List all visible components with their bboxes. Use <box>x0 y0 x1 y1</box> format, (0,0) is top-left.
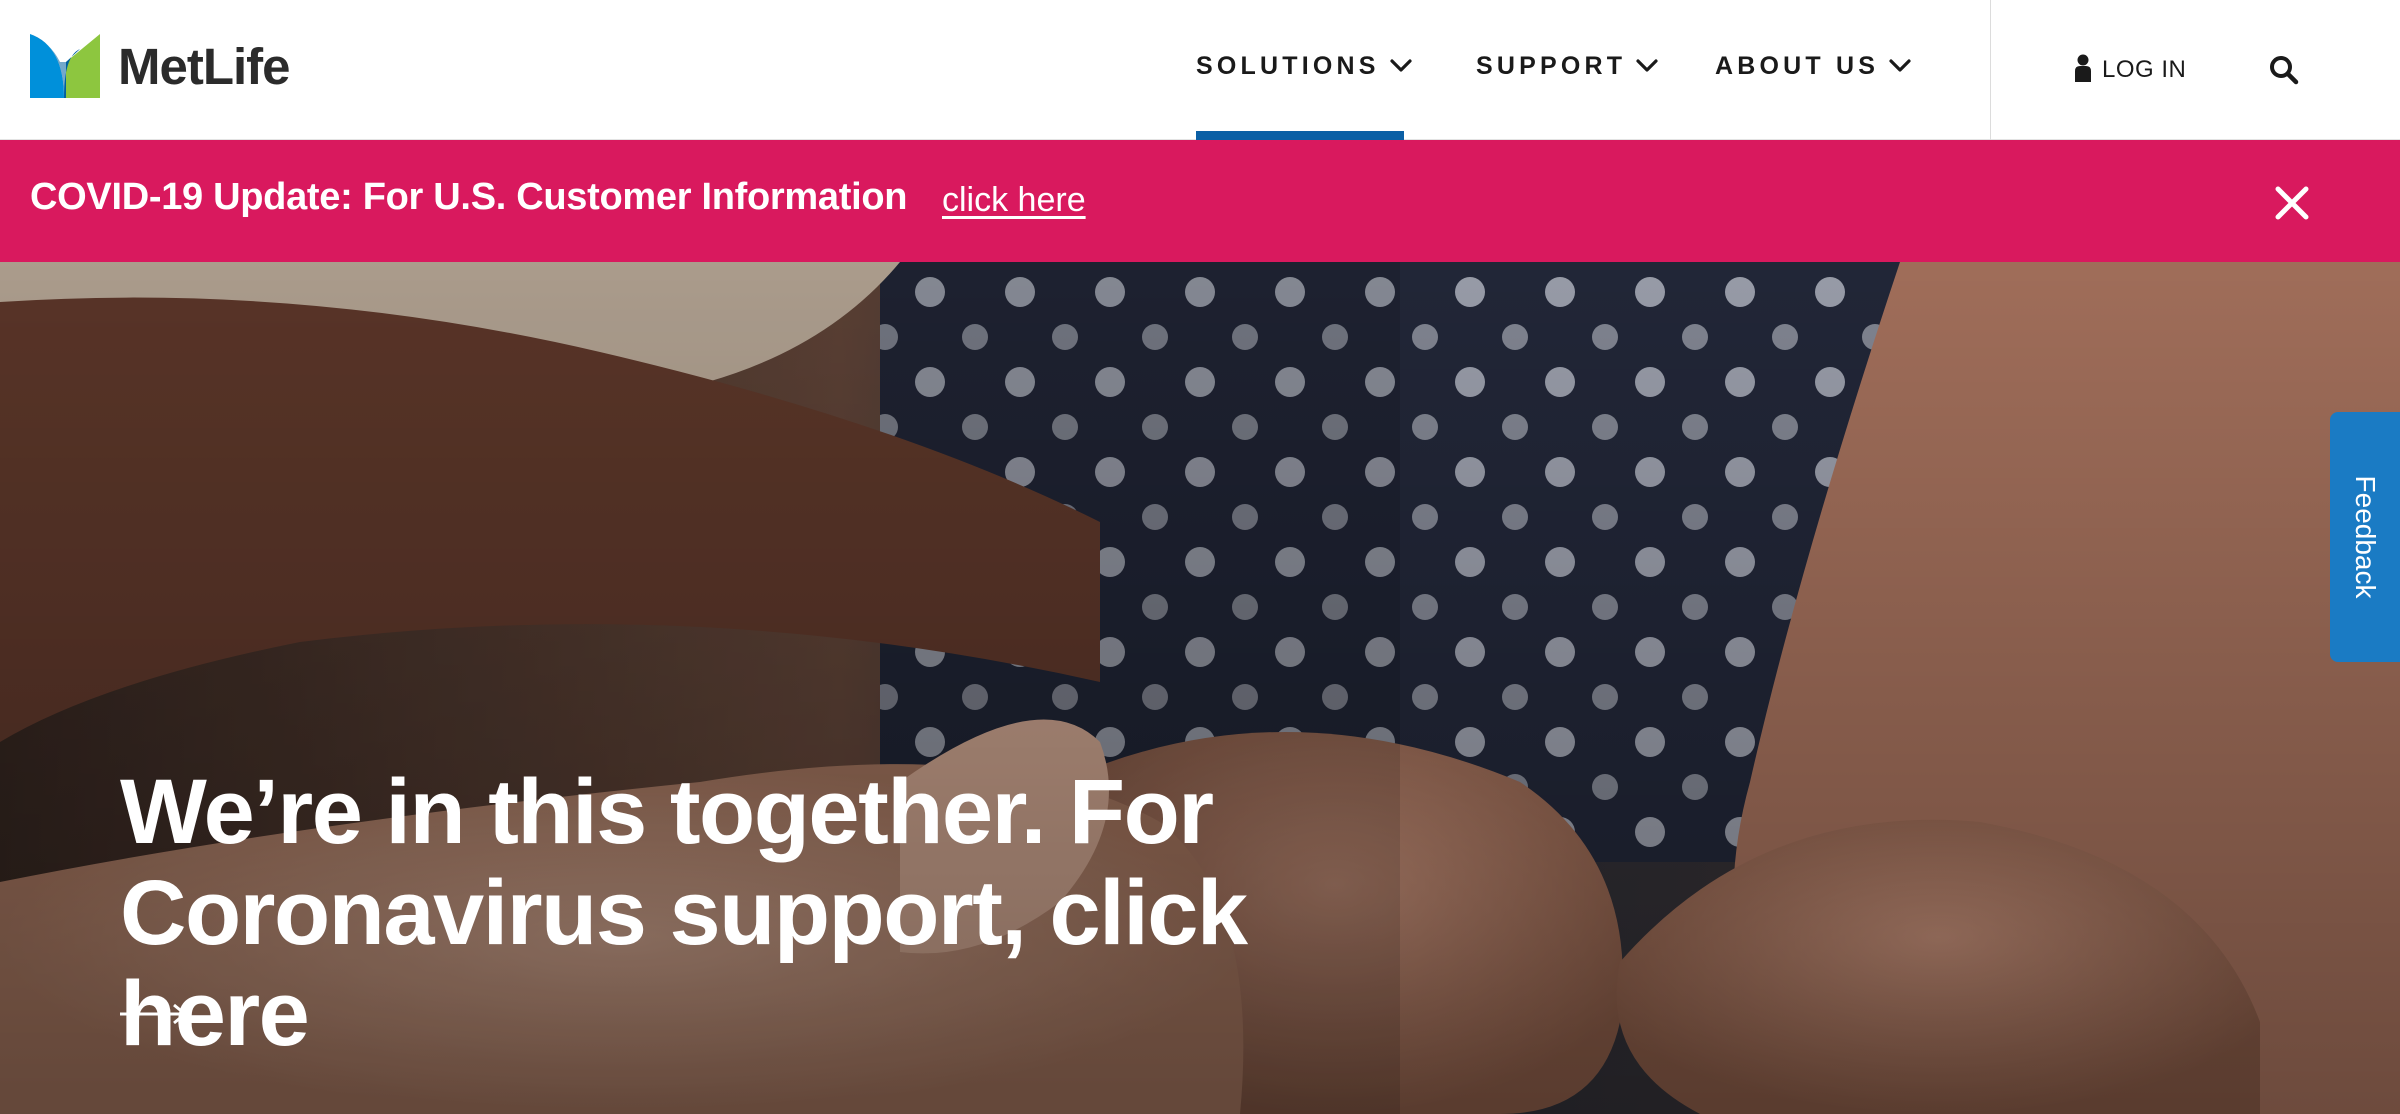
login-label: LOG IN <box>2102 56 2187 83</box>
header-divider <box>1990 0 1991 140</box>
close-icon <box>2272 186 2312 227</box>
feedback-label: Feedback <box>2350 475 2381 599</box>
person-icon <box>2074 54 2092 87</box>
hero-section: We’re in this together. For Coronavirus … <box>0 262 2400 1114</box>
hero-headline-link[interactable]: We’re in this together. For Coronavirus … <box>120 762 1420 1065</box>
chevron-down-icon <box>1889 59 1911 73</box>
hero-headline-line-2: Coronavirus support, click here <box>120 862 1248 1065</box>
covid-alert-banner: COVID-19 Update: For U.S. Customer Infor… <box>0 140 2400 262</box>
hero-arrow-link[interactable] <box>120 1002 188 1026</box>
metlife-logo-link[interactable]: MetLife <box>30 34 290 98</box>
chevron-down-icon <box>1390 59 1412 73</box>
search-button[interactable] <box>2266 54 2302 90</box>
banner-click-here-link[interactable]: click here <box>942 181 1086 220</box>
site-header: MetLife SOLUTIONS SUPPORT ABOUT US LOG I… <box>0 0 2400 140</box>
chevron-down-icon <box>1636 59 1658 73</box>
nav-item-about-us[interactable]: ABOUT US <box>1715 0 1912 140</box>
arrow-right-icon <box>120 1003 188 1030</box>
hero-headline-line-1: We’re in this together. For <box>120 761 1214 863</box>
nav-item-label: ABOUT US <box>1715 51 1880 80</box>
metlife-logo-icon <box>30 34 100 98</box>
main-nav: SOLUTIONS SUPPORT ABOUT US <box>1196 0 1912 140</box>
banner-close-button[interactable] <box>2272 183 2312 223</box>
banner-message: COVID-19 Update: For U.S. Customer Infor… <box>30 176 908 218</box>
nav-item-label: SUPPORT <box>1476 51 1627 80</box>
nav-item-solutions[interactable]: SOLUTIONS <box>1196 0 1412 140</box>
nav-item-support[interactable]: SUPPORT <box>1476 0 1663 140</box>
login-link[interactable]: LOG IN <box>2074 52 2186 88</box>
search-icon <box>2269 55 2299 90</box>
brand-name: MetLife <box>118 37 290 95</box>
feedback-tab[interactable]: Feedback <box>2330 412 2400 662</box>
nav-item-label: SOLUTIONS <box>1196 51 1380 80</box>
